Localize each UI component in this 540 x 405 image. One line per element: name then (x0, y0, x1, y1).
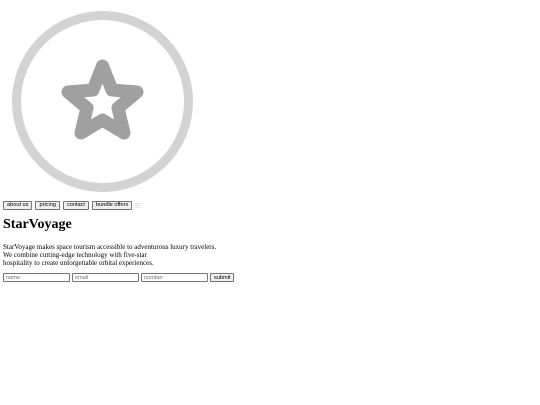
star-icon (12, 11, 193, 192)
description-line: StarVoyage makes space tourism accessibl… (3, 243, 217, 251)
nav-contact-button[interactable]: contact (62, 201, 89, 210)
nav-about-us-button[interactable]: about us (3, 201, 33, 210)
description-line: hospitality to create unforgettable orbi… (3, 259, 154, 267)
nav-pricing-button[interactable]: pricing (35, 201, 60, 210)
number-input[interactable] (141, 273, 208, 282)
nav-bundle-offers-button[interactable]: bundle offers (92, 201, 133, 210)
signup-form: submit (3, 273, 235, 282)
logo (9, 8, 196, 195)
submit-button[interactable]: submit (210, 273, 235, 282)
name-input[interactable] (3, 273, 70, 282)
email-input[interactable] (72, 273, 139, 282)
menu-icon[interactable] (135, 203, 142, 208)
page-title: StarVoyage (3, 217, 72, 232)
description-line: We combine cutting-edge technology with … (3, 251, 147, 259)
hero-description: StarVoyage makes space tourism accessibl… (3, 243, 233, 267)
main-nav: about us pricing contact bundle offers (3, 201, 142, 210)
